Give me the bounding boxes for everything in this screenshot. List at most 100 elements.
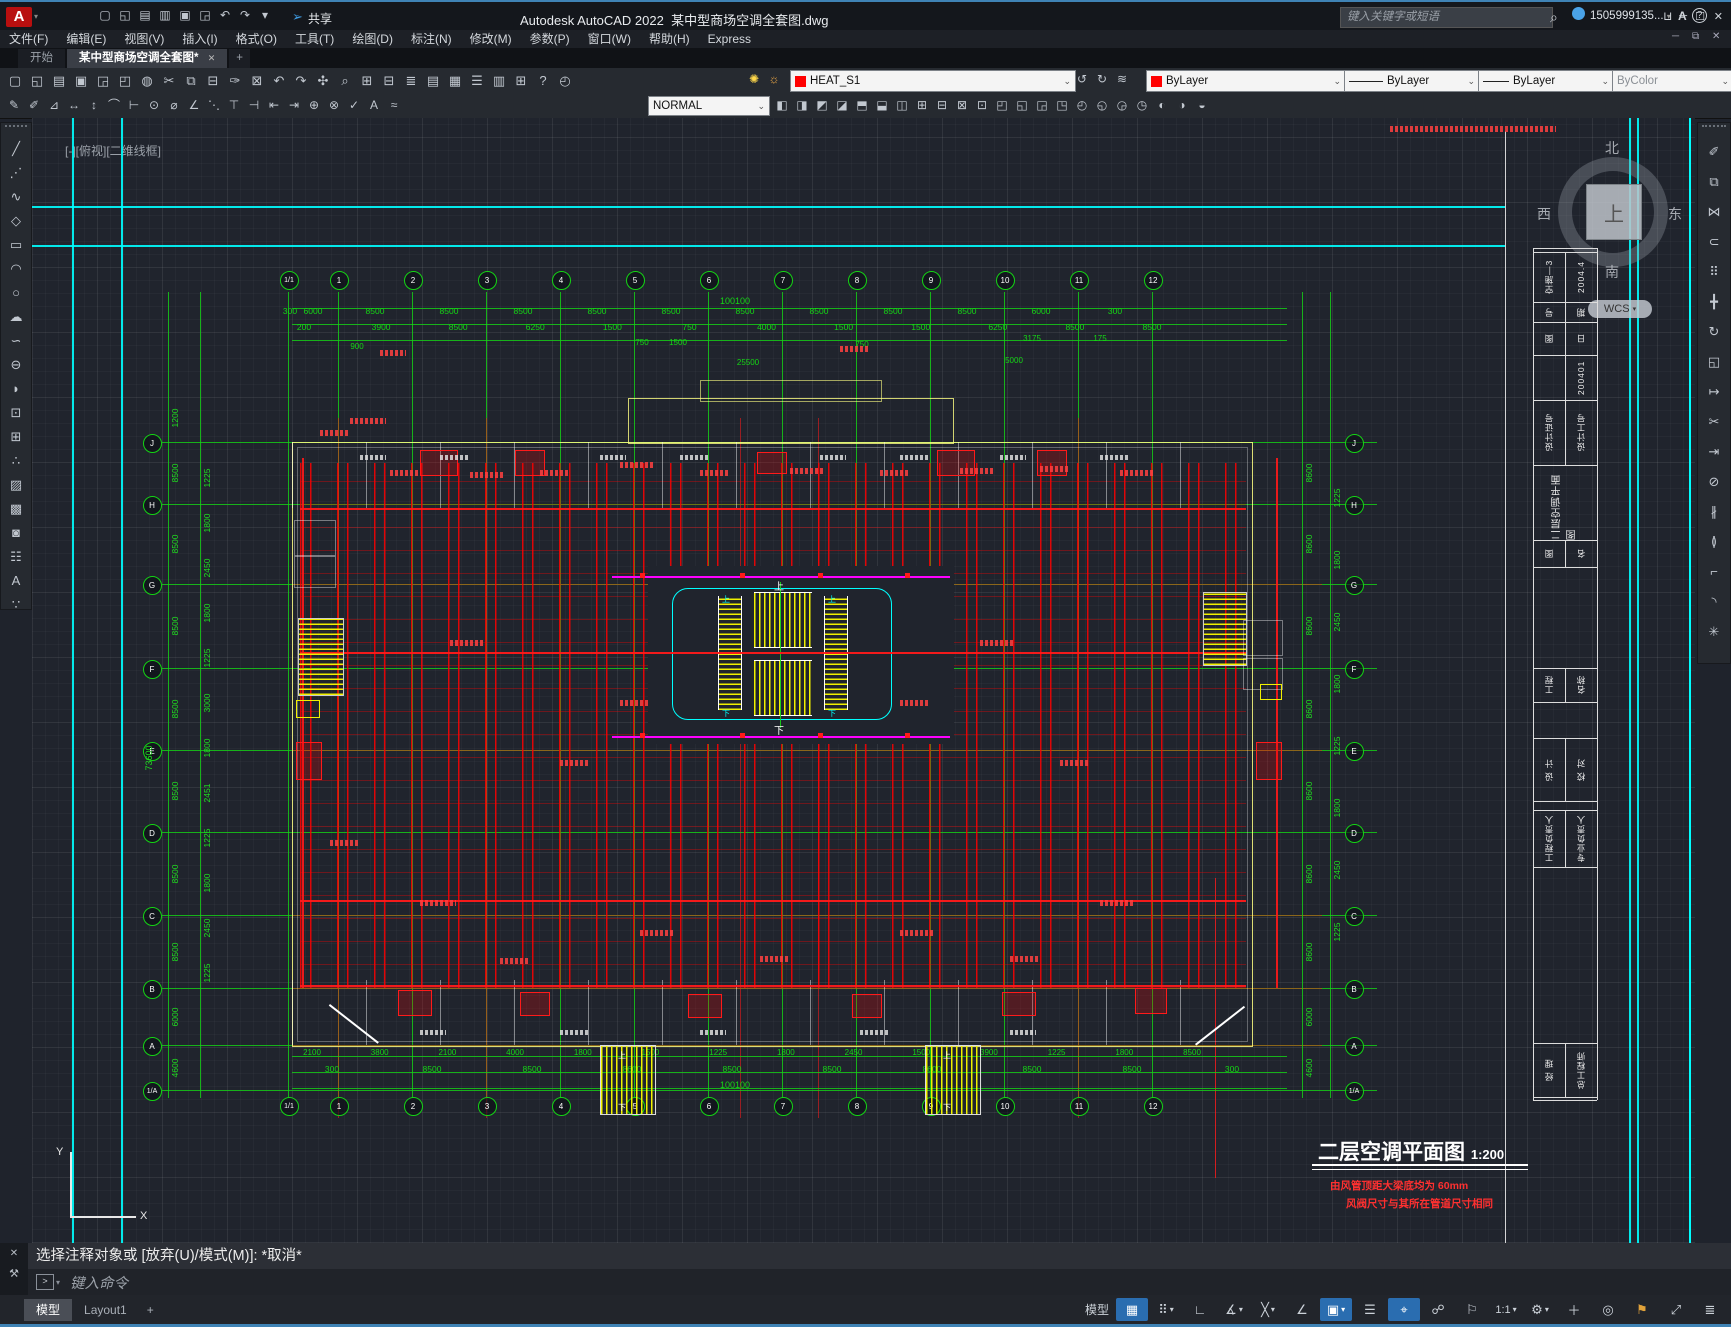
table-style-icon[interactable]: ⊿ [44,96,64,115]
command-customize-icon[interactable]: ⚒ [0,1259,28,1280]
command-prompt-icon[interactable]: > [36,1274,54,1290]
publish-icon[interactable]: ◰ [114,70,136,92]
annotation-scale[interactable]: 1:1 ▾ [1490,1298,1522,1321]
menu-8[interactable]: 修改(M) [461,30,521,48]
paste-icon[interactable]: ⊟ [202,70,224,92]
store-cart-icon[interactable]: ⊔ [1663,9,1672,23]
save-icon[interactable]: ▤ [48,70,70,92]
plot-icon[interactable]: ▣ [70,70,92,92]
layer-on-icon[interactable]: ✺ [744,70,764,89]
group-edit-icon[interactable]: ◫ [892,96,912,115]
menu-5[interactable]: 工具(T) [286,30,343,48]
array-icon[interactable]: ⠿ [1701,257,1727,287]
otrack-toggle[interactable]: ∠ [1286,1298,1318,1321]
clean-screen[interactable]: ⤢ [1660,1298,1692,1321]
doc-close-button[interactable]: ✕ [1712,31,1720,42]
layer-combo[interactable]: HEAT_S1 ⌄ [790,70,1076,92]
dim-edit-icon[interactable]: ✓ [344,96,364,115]
dim-update-icon[interactable]: ≈ [384,96,404,115]
graphics-performance[interactable]: ⚑ [1626,1298,1658,1321]
lineweight-toggle[interactable]: ▣ ▾ [1320,1298,1352,1321]
layer-state-icon[interactable]: ▦ [444,70,466,92]
polar-toggle[interactable]: ∡ ▾ [1218,1298,1250,1321]
tolerance-icon[interactable]: ⊕ [304,96,324,115]
ortho-toggle[interactable]: ∟ [1184,1298,1216,1321]
image-attach-icon[interactable]: ◶ [1112,96,1132,115]
frame-icon[interactable]: ◑ [1172,96,1192,115]
chamfer-icon[interactable]: ⌐ [1701,557,1727,587]
logo-caret-icon[interactable]: ▾ [34,12,38,21]
ellipse-arc-icon[interactable]: ◗ [3,377,29,401]
undo-icon[interactable]: ↶ [268,70,290,92]
doc-minimize-button[interactable]: ─ [1672,31,1679,42]
open-file-icon[interactable]: ◱ [115,6,135,25]
copy-clip-icon[interactable]: ⧉ [180,70,202,92]
area-icon[interactable]: ⊟ [932,96,952,115]
mtext-icon[interactable]: A [3,569,29,593]
break-icon[interactable]: ∦ [1701,497,1727,527]
help-icon[interactable]: ? [532,70,554,92]
dim-aligned-icon[interactable]: ↕ [84,96,104,115]
plot-icon[interactable]: ▣ [175,6,195,25]
minimize-button[interactable]: ─ [1679,10,1687,22]
menu-10[interactable]: 窗口(W) [579,30,640,48]
draworder-under-icon[interactable]: ◪ [832,96,852,115]
erase-icon[interactable]: ✐ [1701,137,1727,167]
viewcube-direction[interactable]: 西 [1537,204,1551,224]
qat-customize-icon[interactable]: ▾ [255,6,275,25]
dim-baseline-icon[interactable]: ⊤ [224,96,244,115]
globe-icon[interactable]: ◍ [136,70,158,92]
grid-toggle[interactable]: ▦ [1116,1298,1148,1321]
annotation-visibility-toggle[interactable]: ☍ [1422,1298,1454,1321]
rotate-icon[interactable]: ↻ [1701,317,1727,347]
dim-ordinate-icon[interactable]: ⊢ [124,96,144,115]
maximize-button[interactable]: ☐ [1695,10,1705,23]
linetype-combo[interactable]: ByLayer ⌄ [1344,70,1480,92]
make-layer-current-icon[interactable]: ↺ [1072,70,1092,89]
clip-icon[interactable]: ◷ [1132,96,1152,115]
search-input[interactable]: 键入关键字或短语 [1340,7,1553,28]
dim-space-icon[interactable]: ⇤ [264,96,284,115]
hatch-icon[interactable]: ▨ [3,473,29,497]
menu-11[interactable]: 帮助(H) [640,30,699,48]
block-edit-icon[interactable]: ⊠ [246,70,268,92]
redo-icon[interactable]: ↷ [290,70,312,92]
dimstyle-combo[interactable]: NORMAL ⌄ [648,96,770,116]
menu-12[interactable]: Express [699,30,760,48]
layout1-tab[interactable]: Layout1 [72,1299,139,1321]
color-combo[interactable]: ByLayer ⌄ [1146,70,1346,92]
model-space-button[interactable]: 模型 [1085,1301,1109,1318]
fillet-icon[interactable]: ◝ [1701,587,1727,617]
menu-6[interactable]: 绘图(D) [343,30,402,48]
preview-icon[interactable]: ◲ [92,70,114,92]
id-point-icon[interactable]: ⊡ [972,96,992,115]
plot-preview-icon[interactable]: ◲ [195,6,215,25]
menu-0[interactable]: 文件(F) [0,30,57,48]
point-icon[interactable]: ∴ [3,449,29,473]
revcloud-icon[interactable]: ☁ [3,305,29,329]
table-icon[interactable]: ☷ [3,545,29,569]
ellipse-icon[interactable]: ⊖ [3,353,29,377]
tab-add-button[interactable]: + [229,49,250,68]
annotation-autoscale-toggle[interactable]: ⚐ [1456,1298,1488,1321]
palettes-icon[interactable]: ▥ [488,70,510,92]
account-menu[interactable]: 1505999135... ▾ [1590,10,1671,22]
cut-icon[interactable]: ✂ [158,70,180,92]
open-icon[interactable]: ◱ [26,70,48,92]
viewcube-direction[interactable]: 东 [1668,204,1682,224]
command-prompt-caret[interactable]: ▾ [56,1278,60,1287]
menu-2[interactable]: 视图(V) [115,30,173,48]
drawing-canvas[interactable]: [-][俯视][二维线框]1/11/1112233445566778899101… [32,118,1695,1243]
share-button[interactable]: 共享 [308,10,332,27]
construction-line-icon[interactable]: ⋰ [3,161,29,185]
measure-icon[interactable]: ⊞ [912,96,932,115]
draworder-above-icon[interactable]: ◩ [812,96,832,115]
angle-tool-icon[interactable]: ◴ [1072,96,1092,115]
draworder-back-icon[interactable]: ◨ [792,96,812,115]
command-input[interactable]: 键入命令 [70,1272,128,1293]
adjust-icon[interactable]: ◐ [1152,96,1172,115]
menu-1[interactable]: 编辑(E) [57,30,115,48]
lineweight-combo[interactable]: ByLayer ⌄ [1478,70,1614,92]
text-style-icon[interactable]: ✎ [4,96,24,115]
layer-previous-icon[interactable]: ↻ [1092,70,1112,89]
